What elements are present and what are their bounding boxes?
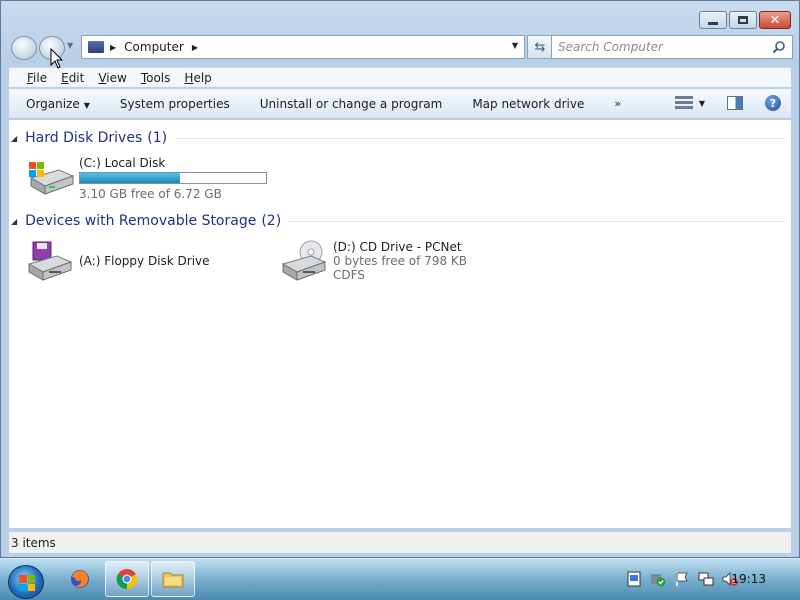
back-button[interactable] — [11, 36, 37, 60]
more-commands-button[interactable]: » — [614, 97, 621, 110]
close-button[interactable]: ✕ — [759, 11, 791, 29]
address-bar[interactable]: ▶ Computer ▶ ▼ — [81, 35, 525, 59]
menu-file[interactable]: File — [27, 71, 47, 85]
navigation-row: ▼ ▶ Computer ▶ ▼ ⇆ Search Computer — [9, 35, 793, 61]
group-divider — [289, 220, 785, 222]
content-area: ◢ Hard Disk Drives (1) (C:) Local Disk 3… — [9, 120, 791, 528]
folder-icon — [162, 572, 184, 588]
security-shield-icon[interactable] — [650, 571, 666, 587]
menu-edit[interactable]: Edit — [61, 71, 84, 85]
preview-pane-icon[interactable] — [727, 96, 743, 110]
maximize-button[interactable] — [729, 11, 757, 29]
cd-drive-icon — [281, 240, 327, 281]
explorer-window: ✕ ▼ ▶ Computer ▶ ▼ ⇆ Search Computer Fil… — [0, 0, 800, 558]
group-count: (1) — [147, 130, 168, 146]
refresh-icon: ⇆ — [534, 39, 546, 55]
chevron-down-icon: ▼ — [83, 100, 90, 110]
help-icon[interactable]: ? — [765, 95, 781, 111]
toolbar-right: ▼ ? — [674, 95, 781, 111]
network-icon[interactable] — [698, 571, 714, 587]
maximize-icon — [738, 16, 748, 24]
breadcrumb-chevron-icon[interactable]: ▶ — [192, 43, 198, 52]
search-icon[interactable] — [772, 40, 786, 54]
taskbar-chrome[interactable] — [105, 561, 149, 597]
drive-free-space: 3.10 GB free of 6.72 GB — [79, 187, 222, 201]
collapse-icon[interactable]: ◢ — [11, 134, 17, 143]
group-title: Devices with Removable Storage — [25, 213, 257, 229]
change-view-icon[interactable] — [674, 96, 693, 110]
organize-button[interactable]: Organize ▼ — [26, 97, 90, 111]
close-icon: ✕ — [769, 12, 781, 28]
minimize-button[interactable] — [699, 11, 727, 29]
drive-name: (D:) CD Drive - PCNet — [333, 240, 462, 254]
search-input[interactable]: Search Computer — [551, 35, 793, 59]
command-bar: Organize ▼ System properties Uninstall or… — [9, 89, 791, 119]
menu-help[interactable]: Help — [184, 71, 211, 85]
breadcrumb-chevron-icon[interactable]: ▶ — [110, 43, 116, 52]
search-placeholder: Search Computer — [558, 40, 663, 54]
system-properties-button[interactable]: System properties — [120, 97, 230, 111]
menu-tools[interactable]: Tools — [141, 71, 171, 85]
drive-name: (A:) Floppy Disk Drive — [79, 254, 210, 268]
capacity-bar-fill — [80, 173, 181, 183]
refresh-button[interactable]: ⇆ — [527, 35, 553, 59]
chevron-down-icon[interactable]: ▼ — [699, 99, 705, 108]
clock[interactable]: 19:13 — [731, 572, 766, 586]
system-tray — [626, 571, 738, 587]
group-header-hdd[interactable]: ◢ Hard Disk Drives (1) — [9, 130, 785, 146]
breadcrumb-computer[interactable]: Computer — [124, 40, 184, 54]
minimize-icon — [708, 21, 718, 25]
drive-item-d[interactable]: (D:) CD Drive - PCNet 0 bytes free of 79… — [279, 240, 467, 282]
document-icon[interactable] — [626, 571, 642, 587]
group-title: Hard Disk Drives — [25, 130, 143, 146]
recent-pages-chevron-icon[interactable]: ▼ — [67, 41, 73, 50]
collapse-icon[interactable]: ◢ — [11, 217, 17, 226]
drive-filesystem: CDFS — [333, 268, 365, 282]
taskbar: 19:13 — [0, 558, 800, 600]
item-count: 3 items — [11, 535, 56, 550]
group-count: (2) — [261, 213, 282, 229]
drive-item-c[interactable]: (C:) Local Disk 3.10 GB free of 6.72 GB — [25, 156, 267, 201]
windows-logo-icon — [19, 575, 35, 591]
chrome-icon — [116, 569, 138, 590]
computer-icon — [88, 41, 104, 53]
taskbar-firefox[interactable] — [58, 561, 102, 597]
menu-bar: File Edit View Tools Help — [9, 67, 791, 87]
status-bar: 3 items — [9, 531, 791, 553]
drive-free-space: 0 bytes free of 798 KB — [333, 254, 467, 268]
map-network-drive-button[interactable]: Map network drive — [472, 97, 584, 111]
hard-disk-icon — [29, 162, 75, 195]
start-button[interactable] — [8, 565, 44, 599]
group-divider — [175, 137, 785, 139]
mouse-pointer-icon — [50, 48, 64, 69]
floppy-drive-icon — [27, 241, 73, 281]
firefox-icon — [71, 570, 89, 588]
menu-view[interactable]: View — [98, 71, 126, 85]
group-header-removable[interactable]: ◢ Devices with Removable Storage (2) — [9, 213, 785, 229]
address-dropdown-icon[interactable]: ▼ — [512, 41, 518, 50]
drive-name: (C:) Local Disk — [79, 156, 166, 170]
caption-buttons: ✕ — [699, 11, 791, 29]
uninstall-program-button[interactable]: Uninstall or change a program — [260, 97, 443, 111]
drive-item-a[interactable]: (A:) Floppy Disk Drive — [25, 240, 210, 282]
taskbar-explorer[interactable] — [151, 561, 195, 597]
capacity-bar — [79, 172, 267, 184]
action-center-flag-icon[interactable] — [674, 571, 690, 587]
